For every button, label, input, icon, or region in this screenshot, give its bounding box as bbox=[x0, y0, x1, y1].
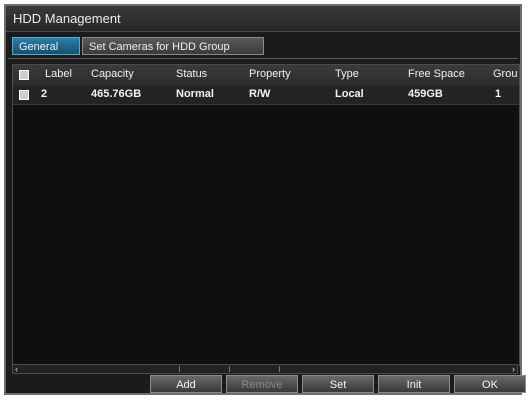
init-button[interactable]: Init bbox=[378, 375, 450, 393]
cell-status: Normal bbox=[176, 88, 214, 100]
tab-set-cameras-for-hdd-group[interactable]: Set Cameras for HDD Group bbox=[82, 37, 264, 55]
cell-capacity: 465.76GB bbox=[91, 88, 142, 100]
table-header: Label Capacity Status Property Type Free… bbox=[13, 65, 519, 87]
table-row[interactable]: 2 465.76GB Normal R/W Local 459GB 1 bbox=[13, 86, 519, 105]
select-all-checkbox[interactable] bbox=[19, 70, 29, 80]
column-header-type[interactable]: Type bbox=[335, 68, 359, 80]
cell-type: Local bbox=[335, 88, 364, 100]
tab-divider bbox=[8, 58, 518, 59]
scroll-left-arrow-icon[interactable]: ‹ bbox=[15, 364, 18, 374]
row-checkbox[interactable] bbox=[19, 90, 29, 100]
set-button[interactable]: Set bbox=[302, 375, 374, 393]
remove-button[interactable]: Remove bbox=[226, 375, 298, 393]
scroll-tick bbox=[229, 366, 230, 372]
ok-button[interactable]: OK bbox=[454, 375, 526, 393]
cell-label: 2 bbox=[41, 88, 48, 100]
scroll-tick bbox=[279, 366, 280, 372]
column-header-property[interactable]: Property bbox=[249, 68, 291, 80]
cell-group: 1 bbox=[495, 88, 502, 100]
column-header-label[interactable]: Label bbox=[45, 68, 72, 80]
window-title: HDD Management bbox=[13, 11, 121, 26]
scroll-tick bbox=[179, 366, 180, 372]
cell-free-space: 459GB bbox=[408, 88, 443, 100]
column-header-group[interactable]: Grou bbox=[493, 68, 517, 80]
add-button[interactable]: Add bbox=[150, 375, 222, 393]
horizontal-scrollbar[interactable]: ‹ › bbox=[12, 364, 518, 374]
title-bar: HDD Management bbox=[6, 6, 520, 32]
button-bar: Add Remove Set Init OK bbox=[6, 375, 526, 395]
column-header-status[interactable]: Status bbox=[176, 68, 207, 80]
cell-property: R/W bbox=[249, 88, 271, 100]
hdd-table: Label Capacity Status Property Type Free… bbox=[12, 64, 520, 366]
column-header-capacity[interactable]: Capacity bbox=[91, 68, 134, 80]
tab-general[interactable]: General bbox=[12, 37, 80, 55]
column-header-free-space[interactable]: Free Space bbox=[408, 68, 465, 80]
hdd-management-window: HDD Management General Set Cameras for H… bbox=[4, 4, 526, 395]
scroll-right-arrow-icon[interactable]: › bbox=[512, 364, 515, 374]
